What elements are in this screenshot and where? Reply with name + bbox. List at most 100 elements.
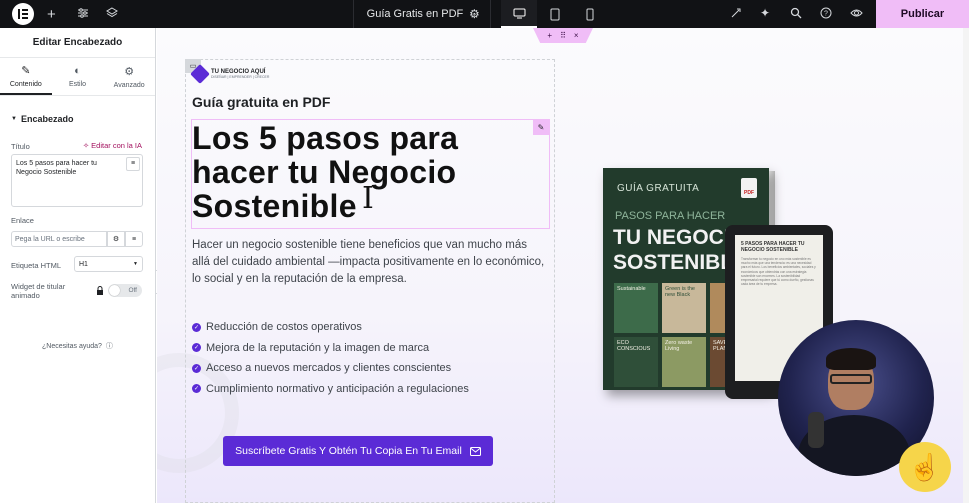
tab-advanced-label: Avanzado bbox=[113, 81, 145, 89]
publish-button[interactable]: Publicar bbox=[876, 0, 969, 28]
pointing-hand-icon: ☝ bbox=[899, 442, 951, 492]
settings-gear-icon[interactable]: ⚙ bbox=[469, 7, 480, 21]
tab-content-label: Contenido bbox=[9, 80, 42, 88]
book-subtitle: PASOS PARA HACER bbox=[615, 210, 726, 222]
check-circle-icon: ✓ bbox=[192, 343, 201, 353]
brand-mark-icon bbox=[190, 64, 210, 84]
tablet-view-button[interactable] bbox=[537, 0, 573, 28]
ai-link-label: Editar con la IA bbox=[91, 141, 142, 150]
editor-canvas: + ⠿ × ▭ TU NEGOCIO AQUÍ DISEÑAR | EMPREN… bbox=[157, 28, 969, 503]
benefits-list[interactable]: ✓ Reducción de costos operativos ✓ Mejora … bbox=[192, 317, 469, 399]
list-item-text: Mejora de la reputación y la imagen de m… bbox=[206, 341, 430, 354]
section-handle[interactable]: + ⠿ × bbox=[533, 28, 593, 43]
half-circle-icon: ◐ bbox=[74, 65, 81, 77]
layers-icon[interactable] bbox=[106, 7, 118, 19]
text-cursor-icon: I bbox=[362, 181, 374, 216]
section-toggle-heading[interactable]: ▼ Encabezado bbox=[11, 114, 73, 124]
drag-handle-icon: ⠿ bbox=[560, 31, 566, 40]
toggle-state: Off bbox=[128, 287, 137, 294]
book-label: GUÍA GRATUITA bbox=[617, 183, 700, 194]
mobile-view-button[interactable] bbox=[572, 0, 608, 28]
link-dynamic-tags-icon[interactable]: ≡ bbox=[125, 231, 143, 247]
book-tile: Zero waste Living bbox=[662, 337, 706, 387]
link-url-input[interactable]: Pega la URL o escribe bbox=[11, 231, 107, 247]
desktop-view-button[interactable] bbox=[501, 0, 537, 28]
subscribe-cta-button[interactable]: Suscríbete Gratis Y Obtén Tu Copia En Tu… bbox=[223, 436, 493, 466]
list-item: ✓ Reducción de costos operativos bbox=[192, 317, 469, 338]
link-options-gear-icon[interactable]: ⚙ bbox=[107, 231, 125, 247]
html-tag-value: H1 bbox=[79, 260, 88, 268]
envelope-icon bbox=[469, 446, 481, 456]
animated-headline-toggle[interactable]: Off bbox=[108, 284, 142, 297]
mobile-icon bbox=[586, 8, 594, 20]
ereader-text: Transformar tu negocio en uno más sosten… bbox=[741, 257, 816, 287]
tab-style[interactable]: ◐ Estilo bbox=[52, 58, 104, 95]
brand-logo: TU NEGOCIO AQUÍ DISEÑAR | EMPRENDER | CR… bbox=[190, 64, 270, 84]
presenter-hair bbox=[826, 348, 876, 370]
list-item-text: Cumplimiento normativo y anticipación a … bbox=[206, 382, 469, 395]
widget-settings-panel: Editar Encabezado ✎ Contenido ◐ Estilo ⚙… bbox=[0, 28, 156, 503]
brand-tagline: DISEÑAR | EMPRENDER | CRECER bbox=[211, 75, 270, 79]
book-tile: Green is the new Black bbox=[662, 283, 706, 333]
tab-content[interactable]: ✎ Contenido bbox=[0, 58, 52, 95]
desktop-icon bbox=[513, 8, 525, 18]
pdf-file-icon: PDF bbox=[741, 178, 757, 198]
help-circle-icon: ⓘ bbox=[105, 343, 113, 350]
intro-paragraph[interactable]: Hacer un negocio sostenible tiene benefi… bbox=[192, 237, 548, 288]
canvas-scrollbar[interactable] bbox=[963, 28, 969, 503]
editor-topbar: + Guía Gratis en PDF ⌵ ⚙ ✦ ? Publicar bbox=[0, 0, 969, 28]
toggle-knob bbox=[109, 285, 120, 296]
list-item: ✓ Mejora de la reputación y la imagen de … bbox=[192, 338, 469, 359]
tab-style-label: Estilo bbox=[68, 81, 87, 88]
document-title: Guía Gratis en PDF bbox=[366, 8, 464, 20]
dynamic-tags-icon[interactable]: ≡ bbox=[126, 157, 140, 171]
add-icon[interactable]: + bbox=[47, 6, 56, 23]
select-caret-icon: ▼ bbox=[133, 261, 138, 267]
list-item: ✓ Acceso a nuevos mercados y clientes con… bbox=[192, 358, 469, 379]
presenter-glasses bbox=[830, 374, 872, 384]
svg-text:?: ? bbox=[824, 11, 828, 18]
help-icon[interactable]: ? bbox=[820, 7, 832, 19]
eyebrow-heading[interactable]: Guía gratuita en PDF bbox=[192, 94, 330, 110]
gear-icon: ⚙ bbox=[124, 65, 135, 78]
eye-icon[interactable] bbox=[850, 7, 863, 19]
tablet-icon bbox=[550, 8, 560, 20]
section-label: Encabezado bbox=[20, 114, 74, 124]
book-tile: ECO CONSCIOUS bbox=[614, 337, 658, 387]
list-item: ✓ Cumplimiento normativo y anticipación a… bbox=[192, 379, 469, 400]
pencil-icon: ✎ bbox=[21, 64, 31, 77]
link-placeholder: Pega la URL o escribe bbox=[15, 235, 85, 243]
rocket-icon[interactable] bbox=[730, 7, 742, 19]
close-section-icon: × bbox=[573, 31, 579, 40]
book-tile: Sustainable bbox=[614, 283, 658, 333]
check-circle-icon: ✓ bbox=[192, 384, 201, 394]
ai-sparkle-icon[interactable]: ✦ bbox=[760, 6, 770, 20]
link-label: Enlace bbox=[11, 216, 34, 225]
elementor-logo-icon[interactable] bbox=[12, 3, 34, 25]
panel-title: Editar Encabezado bbox=[0, 28, 155, 58]
caret-down-icon: ▼ bbox=[11, 116, 17, 122]
search-icon[interactable] bbox=[790, 7, 802, 19]
check-circle-icon: ✓ bbox=[192, 322, 201, 332]
need-help-link[interactable]: ¿Necesitas ayuda? ⓘ bbox=[42, 341, 113, 351]
microphone bbox=[808, 412, 824, 448]
tab-advanced[interactable]: ⚙ Avanzado bbox=[103, 58, 155, 95]
edit-with-ai-link[interactable]: ✧ Editar con la IA bbox=[83, 141, 142, 150]
ereader-title: 5 PASOS PARA HACER TU NEGOCIO SOSTENIBLE bbox=[741, 241, 805, 253]
animated-headline-label: Widget de titular animado bbox=[11, 282, 66, 300]
cta-label: Suscríbete Gratis Y Obtén Tu Copia En Tu… bbox=[235, 445, 462, 457]
lock-icon bbox=[96, 286, 104, 297]
title-textarea[interactable]: Los 5 pasos para hacer tu Negocio Sosten… bbox=[11, 154, 143, 207]
title-label: Título bbox=[11, 142, 30, 151]
list-item-text: Reducción de costos operativos bbox=[206, 321, 362, 334]
need-help-label: ¿Necesitas ayuda? bbox=[42, 342, 102, 350]
panel-tabs: ✎ Contenido ◐ Estilo ⚙ Avanzado bbox=[0, 58, 155, 96]
html-tag-select[interactable]: H1 ▼ bbox=[74, 256, 143, 272]
check-circle-icon: ✓ bbox=[192, 363, 201, 373]
html-tag-label: Etiqueta HTML bbox=[11, 261, 62, 270]
title-textarea-value: Los 5 pasos para hacer tu Negocio Sosten… bbox=[16, 160, 97, 177]
sliders-icon[interactable] bbox=[77, 7, 89, 19]
ai-sparkle-small-icon: ✧ bbox=[82, 141, 90, 150]
add-section-icon: + bbox=[547, 31, 553, 40]
list-item-text: Acceso a nuevos mercados y clientes cons… bbox=[206, 362, 452, 375]
